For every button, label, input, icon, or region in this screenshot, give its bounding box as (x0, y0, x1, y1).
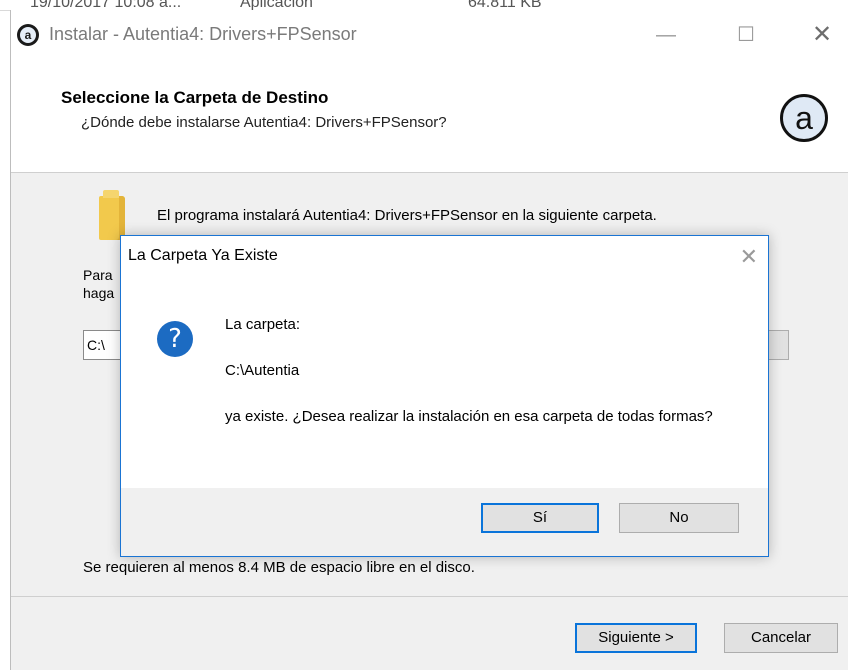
minimize-button[interactable]: — (651, 22, 681, 48)
dialog-message-line1: La carpeta: (225, 316, 301, 333)
close-button[interactable]: ✕ (807, 22, 837, 48)
window-title: Instalar - Autentia4: Drivers+FPSensor (49, 24, 357, 44)
footer-divider (11, 596, 848, 597)
dialog-folder-path: C:\Autentia (225, 362, 300, 379)
dialog-title-bar: La Carpeta Ya Existe ✕ (121, 236, 768, 280)
folder-icon (99, 190, 125, 240)
question-icon: ? (157, 321, 193, 357)
dialog-title: La Carpeta Ya Existe (128, 247, 278, 264)
next-button[interactable]: Siguiente > (575, 623, 697, 653)
page-title: Seleccione la Carpeta de Destino (61, 88, 329, 107)
cancel-button[interactable]: Cancelar (724, 623, 838, 653)
no-button[interactable]: No (619, 503, 739, 533)
page-subtitle: ¿Dónde debe instalarse Autentia4: Driver… (81, 114, 447, 131)
yes-button[interactable]: Sí (481, 503, 599, 533)
dialog-question: ya existe. ¿Desea realizar la instalació… (225, 408, 713, 425)
dialog-body: ? La carpeta: C:\Autentia ya existe. ¿De… (121, 280, 768, 488)
title-bar: a Instalar - Autentia4: Drivers+FPSensor… (11, 10, 848, 60)
instruction-text: Para haga (83, 267, 115, 301)
app-logo-icon: a (17, 24, 39, 46)
disk-space-text: Se requieren al menos 8.4 MB de espacio … (83, 559, 475, 576)
folder-exists-dialog: La Carpeta Ya Existe ✕ ? La carpeta: C:\… (120, 235, 769, 557)
dialog-close-icon[interactable]: ✕ (740, 244, 758, 270)
maximize-button[interactable]: ☐ (731, 22, 761, 48)
wizard-header: Seleccione la Carpeta de Destino ¿Dónde … (11, 60, 848, 173)
brand-logo-icon: a (780, 94, 828, 142)
install-description: El programa instalará Autentia4: Drivers… (157, 207, 657, 224)
